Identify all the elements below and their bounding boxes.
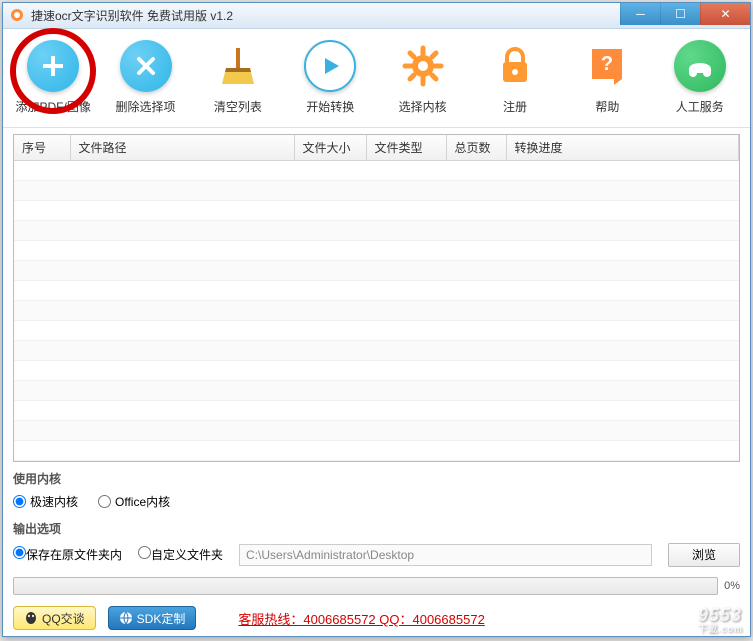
clear-button[interactable]: 清空列表 [198, 40, 278, 115]
close-button[interactable]: ✕ [700, 3, 750, 25]
table-row [14, 420, 739, 440]
col-progress[interactable]: 转换进度 [506, 135, 739, 161]
qq-chat-button[interactable]: QQ交谈 [13, 606, 96, 630]
register-button[interactable]: 注册 [475, 40, 555, 115]
x-icon [120, 40, 172, 92]
app-window: 捷速ocr文字识别软件 免费试用版 v1.2 ─ ☐ ✕ 添加PDF/图像 删除… [2, 2, 751, 637]
register-label: 注册 [503, 98, 527, 115]
content-area: 序号 文件路径 文件大小 文件类型 总页数 转换进度 [3, 128, 750, 601]
play-icon [304, 40, 356, 92]
table-row [14, 280, 739, 300]
gear-icon [397, 40, 449, 92]
kernel-title: 使用内核 [13, 470, 740, 487]
output-custom-radio[interactable]: 自定义文件夹 [138, 546, 223, 563]
qq-icon [24, 611, 38, 625]
window-title: 捷速ocr文字识别软件 免费试用版 v1.2 [31, 7, 620, 24]
col-type[interactable]: 文件类型 [366, 135, 446, 161]
file-table[interactable]: 序号 文件路径 文件大小 文件类型 总页数 转换进度 [13, 134, 740, 462]
phone-icon [674, 40, 726, 92]
progress-percent: 0% [724, 580, 740, 592]
table-body [14, 160, 739, 460]
add-label: 添加PDF/图像 [16, 98, 91, 115]
output-path-input[interactable] [239, 544, 652, 566]
delete-label: 删除选择项 [116, 98, 176, 115]
table-row [14, 200, 739, 220]
service-button[interactable]: 人工服务 [660, 40, 740, 115]
start-label: 开始转换 [306, 98, 354, 115]
hotline-link[interactable]: 客服热线：4006685572 QQ：4006685572 [238, 609, 740, 628]
table-header-row: 序号 文件路径 文件大小 文件类型 总页数 转换进度 [14, 135, 739, 161]
window-controls: ─ ☐ ✕ [620, 3, 750, 28]
titlebar: 捷速ocr文字识别软件 免费试用版 v1.2 ─ ☐ ✕ [3, 3, 750, 29]
table-row [14, 320, 739, 340]
footer: QQ交谈 SDK定制 客服热线：4006685572 QQ：4006685572 [3, 601, 750, 637]
col-pages[interactable]: 总页数 [446, 135, 506, 161]
table-row [14, 300, 739, 320]
table-row [14, 400, 739, 420]
kernel-fast-radio[interactable]: 极速内核 [13, 493, 78, 510]
qq-label: QQ交谈 [42, 610, 85, 627]
core-label: 选择内核 [399, 98, 447, 115]
help-label: 帮助 [595, 98, 619, 115]
service-label: 人工服务 [676, 98, 724, 115]
table-row [14, 240, 739, 260]
help-icon: ? [581, 40, 633, 92]
kernel-office-radio[interactable]: Office内核 [98, 493, 170, 510]
clear-label: 清空列表 [214, 98, 262, 115]
kernel-panel: 使用内核 极速内核 Office内核 [13, 470, 740, 512]
table-row [14, 260, 739, 280]
col-path[interactable]: 文件路径 [70, 135, 294, 161]
output-custom-label: 自定义文件夹 [151, 548, 223, 562]
lock-icon [489, 40, 541, 92]
output-title: 输出选项 [13, 520, 740, 537]
table-row [14, 160, 739, 180]
table-row [14, 180, 739, 200]
watermark-sub: 下載.com [698, 622, 743, 635]
core-button[interactable]: 选择内核 [383, 40, 463, 115]
progress-row: 0% [13, 577, 740, 595]
col-index[interactable]: 序号 [14, 135, 70, 161]
minimize-button[interactable]: ─ [620, 3, 660, 25]
browse-button[interactable]: 浏览 [668, 543, 740, 567]
output-keep-label: 保存在原文件夹内 [26, 548, 122, 562]
add-pdf-button[interactable]: 添加PDF/图像 [13, 40, 93, 115]
kernel-office-label: Office内核 [115, 493, 170, 510]
col-size[interactable]: 文件大小 [294, 135, 366, 161]
table-row [14, 440, 739, 460]
globe-icon [119, 611, 133, 625]
start-button[interactable]: 开始转换 [290, 40, 370, 115]
broom-icon [212, 40, 264, 92]
table-row [14, 380, 739, 400]
app-icon [9, 7, 25, 23]
svg-text:?: ? [601, 53, 613, 75]
maximize-button[interactable]: ☐ [660, 3, 700, 25]
table-row [14, 340, 739, 360]
delete-button[interactable]: 删除选择项 [106, 40, 186, 115]
kernel-fast-label: 极速内核 [30, 493, 78, 510]
help-button[interactable]: ? 帮助 [567, 40, 647, 115]
output-keep-radio[interactable]: 保存在原文件夹内 [13, 546, 122, 563]
plus-icon [27, 40, 79, 92]
toolbar: 添加PDF/图像 删除选择项 清空列表 开始转换 选择内核 [3, 29, 750, 128]
output-panel: 输出选项 保存在原文件夹内 自定义文件夹 浏览 [13, 520, 740, 569]
table-row [14, 360, 739, 380]
sdk-button[interactable]: SDK定制 [108, 606, 197, 630]
table-row [14, 220, 739, 240]
site-watermark: 9553 下載.com [698, 605, 743, 635]
sdk-label: SDK定制 [137, 610, 186, 627]
progress-bar [13, 577, 718, 595]
